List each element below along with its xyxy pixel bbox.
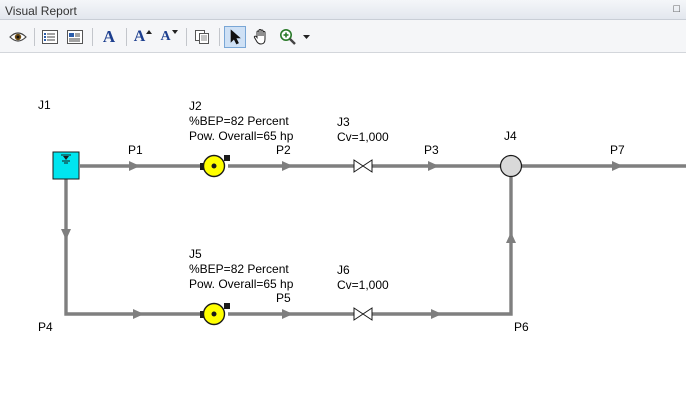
toolbar: A A A <box>0 20 686 53</box>
window-titlebar: Visual Report □ <box>0 0 686 20</box>
label-p7: P7 <box>610 143 625 157</box>
flow-arrow-p4-down <box>61 229 71 240</box>
label-j6-cv: Cv=1,000 <box>337 278 389 292</box>
label-p5: P5 <box>276 291 291 305</box>
pump-icon-j2[interactable] <box>200 154 230 178</box>
label-j2-power: Pow. Overall=65 hp <box>189 129 294 143</box>
dropdown-arrow-icon[interactable] <box>299 26 313 48</box>
flow-arrow-p5 <box>282 309 293 319</box>
toolbar-separator <box>92 28 93 46</box>
label-j1: J1 <box>38 98 51 112</box>
pipe-p4[interactable] <box>64 179 200 316</box>
label-j2-bep: %BEP=82 Percent <box>189 114 289 128</box>
window-title: Visual Report <box>5 4 77 18</box>
flow-arrow-p1 <box>129 161 140 171</box>
label-j5-power: Pow. Overall=65 hp <box>189 277 294 291</box>
reservoir-icon-j1[interactable] <box>52 151 80 180</box>
label-j5-bep: %BEP=82 Percent <box>189 262 289 276</box>
copy-icon[interactable] <box>191 26 213 48</box>
flow-arrow-p4 <box>133 309 144 319</box>
visual-report-canvas[interactable]: J1 J2 %BEP=82 Percent Pow. Overall=65 hp… <box>0 54 686 405</box>
toolbar-separator <box>219 28 220 46</box>
pipe-p6[interactable] <box>372 177 513 316</box>
label-j3: J3 <box>337 115 350 129</box>
toolbar-separator <box>34 28 35 46</box>
pump-icon-j5[interactable] <box>200 302 230 326</box>
label-j2: J2 <box>189 99 202 113</box>
label-p6: P6 <box>514 320 529 334</box>
flow-arrow-p7 <box>612 161 623 171</box>
valve-icon-j6[interactable] <box>353 307 373 321</box>
label-p4: P4 <box>38 320 53 334</box>
label-j6: J6 <box>337 263 350 277</box>
show-eye-icon[interactable] <box>7 26 29 48</box>
flow-arrow-p2 <box>282 161 293 171</box>
font-shrink-icon[interactable]: A <box>158 26 180 48</box>
font-icon[interactable]: A <box>98 26 120 48</box>
label-p2: P2 <box>276 143 291 157</box>
flow-arrow-p3 <box>428 161 439 171</box>
toolbar-separator <box>126 28 127 46</box>
font-grow-icon[interactable]: A <box>132 26 154 48</box>
window-restore-icon[interactable]: □ <box>673 3 680 15</box>
label-j5: J5 <box>189 247 202 261</box>
label-j4: J4 <box>504 129 517 143</box>
junction-icon-j4[interactable] <box>499 154 523 178</box>
label-p1: P1 <box>128 143 143 157</box>
select-arrow-icon[interactable] <box>224 26 246 48</box>
flow-arrow-p6-up <box>506 232 516 243</box>
label-j3-cv: Cv=1,000 <box>337 130 389 144</box>
list-view-icon[interactable] <box>39 26 61 48</box>
label-p3: P3 <box>424 143 439 157</box>
zoom-icon[interactable] <box>277 26 299 48</box>
flow-arrow-p6 <box>431 309 442 319</box>
pipe-network-diagram <box>52 151 686 326</box>
pan-hand-icon[interactable] <box>250 26 272 48</box>
valve-icon-j3[interactable] <box>353 159 373 173</box>
text-view-icon[interactable] <box>64 26 86 48</box>
toolbar-separator <box>186 28 187 46</box>
